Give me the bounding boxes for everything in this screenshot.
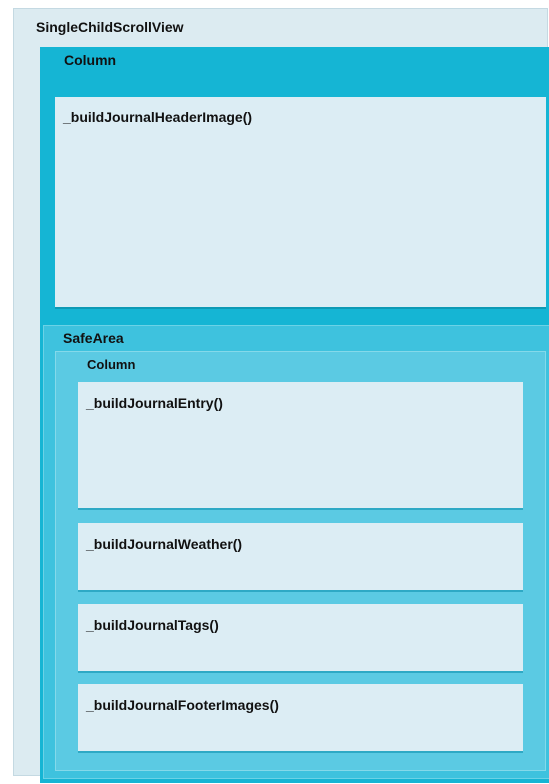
journal-tags-label: _buildJournalTags() [86, 617, 219, 633]
inner-column-label: Column [87, 357, 136, 372]
single-child-scroll-view-box: SingleChildScrollView Column _buildJourn… [13, 8, 549, 783]
journal-header-image-label: _buildJournalHeaderImage() [63, 109, 253, 125]
journal-footer-images-box: _buildJournalFooterImages() [78, 684, 523, 753]
journal-entry-label: _buildJournalEntry() [86, 395, 223, 411]
outer-column-box: Column _buildJournalHeaderImage() SafeAr… [40, 47, 549, 783]
journal-tags-box: _buildJournalTags() [78, 604, 523, 673]
journal-weather-box: _buildJournalWeather() [78, 523, 523, 592]
single-child-scroll-view-label: SingleChildScrollView [36, 19, 184, 35]
safe-area-label: SafeArea [63, 330, 124, 346]
journal-header-image-box: _buildJournalHeaderImage() [55, 97, 546, 309]
outer-column-label: Column [64, 52, 117, 68]
safe-area-box: SafeArea Column _buildJournalEntry() _bu… [43, 325, 549, 779]
inner-column-box: Column _buildJournalEntry() _buildJourna… [55, 351, 546, 771]
journal-entry-box: _buildJournalEntry() [78, 382, 523, 510]
journal-weather-label: _buildJournalWeather() [86, 536, 243, 552]
journal-footer-images-label: _buildJournalFooterImages() [86, 697, 279, 713]
